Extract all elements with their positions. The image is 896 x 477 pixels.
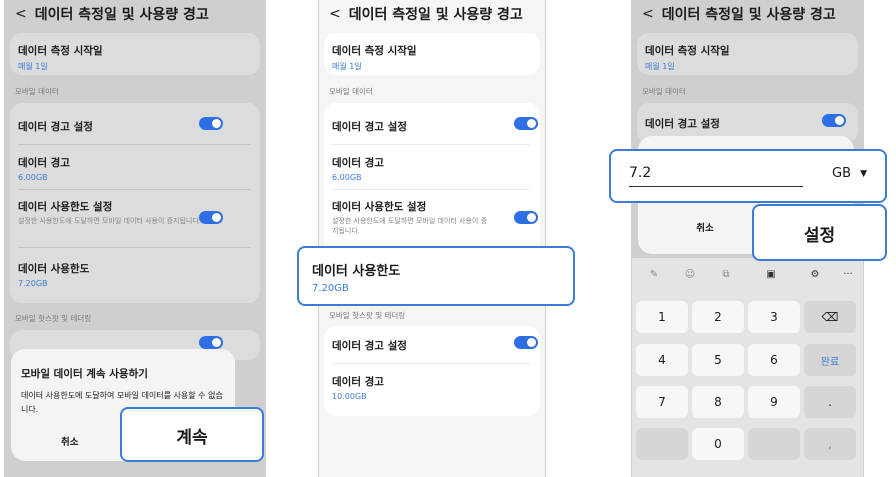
warning-title: 데이터 경고 (18, 157, 70, 169)
key-3[interactable]: 3 (748, 301, 800, 333)
key-9[interactable]: 9 (748, 386, 800, 418)
warning-setting-row[interactable]: 데이터 경고 설정 (645, 116, 848, 131)
back-icon[interactable]: < (642, 6, 654, 22)
key-5[interactable]: 5 (692, 344, 744, 376)
limit-row-callout[interactable]: 데이터 사용한도 7.20GB (297, 246, 575, 306)
hotspot-warning-toggle[interactable] (514, 336, 538, 349)
more-icon[interactable]: ··· (840, 266, 856, 282)
mobile-data-section: 모바일 데이터 (15, 87, 59, 96)
key-8[interactable]: 8 (692, 386, 744, 418)
backspace-key[interactable]: ⌫ (804, 301, 856, 333)
hotspot-card: 데이터 경고 설정 데이터 경고 10.00GB (324, 326, 540, 416)
empty-key-left (636, 428, 688, 460)
clipboard-icon[interactable]: ▣ (763, 266, 779, 282)
warning-setting-row[interactable]: 데이터 경고 설정 (332, 119, 530, 134)
limit-toggle[interactable] (199, 211, 223, 224)
key-7[interactable]: 7 (636, 386, 688, 418)
start-date-card[interactable]: 데이터 측정 시작일 매월 1일 (10, 33, 260, 75)
phone-screen-2: < 데이터 측정일 및 사용량 경고 데이터 측정 시작일 매월 1일 모바일 … (318, 0, 546, 477)
mobile-data-section: 모바일 데이터 (329, 87, 373, 96)
key-4[interactable]: 4 (636, 344, 688, 376)
empty-key-right (748, 428, 800, 460)
limit-input-callout: 7.2 GB ▼ (609, 149, 887, 203)
confirm-button-callout[interactable]: 설정 (752, 204, 887, 261)
dot-key[interactable]: . (804, 386, 856, 418)
warning-toggle[interactable] (514, 117, 538, 130)
start-date-title: 데이터 측정 시작일 (18, 45, 103, 57)
limit-setting-title: 데이터 사용한도 설정 (332, 201, 427, 213)
mobile-data-card: 데이터 경고 설정 데이터 경고 6.00GB 데이터 사용한도 설정 설정한 … (10, 103, 260, 303)
warning-toggle[interactable] (822, 114, 846, 127)
start-date-title: 데이터 측정 시작일 (645, 45, 730, 57)
hotspot-warning-setting-label: 데이터 경고 설정 (332, 340, 407, 352)
confirm-button[interactable]: 설정 (754, 221, 885, 246)
limit-setting-row[interactable]: 데이터 사용한도 설정 설정한 사용한도에 도달하면 모바일 데이터 사용이 중… (18, 199, 210, 226)
continue-button-callout[interactable]: 계속 (120, 407, 264, 462)
warning-row[interactable]: 데이터 경고 6.00GB (332, 155, 530, 182)
page-title: 데이터 측정일 및 사용량 경고 (348, 7, 523, 23)
warning-row[interactable]: 데이터 경고 6.00GB (18, 155, 250, 182)
screen-header: < 데이터 측정일 및 사용량 경고 (632, 0, 863, 28)
warning-setting-label: 데이터 경고 설정 (332, 121, 407, 133)
hotspot-warning-setting-row[interactable]: 데이터 경고 설정 (332, 338, 530, 353)
key-1[interactable]: 1 (636, 301, 688, 333)
start-date-card[interactable]: 데이터 측정 시작일 매월 1일 (324, 33, 540, 75)
phone-screen-1: < 데이터 측정일 및 사용량 경고 데이터 측정 시작일 매월 1일 모바일 … (4, 0, 266, 477)
warning-value: 6.00GB (18, 173, 48, 182)
limit-input-field[interactable]: 7.2 (629, 165, 651, 181)
start-date-value: 매월 1일 (18, 62, 48, 71)
hotspot-section: 모바일 핫스팟 및 테더링 (329, 311, 406, 320)
start-date-value: 매월 1일 (645, 62, 675, 71)
hotspot-section: 모바일 핫스팟 및 테더링 (15, 314, 92, 323)
sticker-icon[interactable]: ⧉ (718, 266, 734, 282)
dialog-cancel-button[interactable]: 취소 (61, 434, 78, 448)
hotspot-warning-value: 10.00GB (332, 392, 367, 401)
input-underline (629, 186, 803, 187)
done-key[interactable]: 완료 (804, 344, 856, 376)
hotspot-toggle[interactable] (199, 336, 223, 349)
settings-icon[interactable]: ⚙ (807, 266, 823, 282)
limit-setting-desc: 설정한 사용한도에 도달하면 모바일 데이터 사용이 중지됩니다. (332, 217, 488, 235)
start-date-value: 매월 1일 (332, 62, 362, 71)
limit-title-enlarged: 데이터 사용한도 (312, 264, 401, 279)
screen-header: < 데이터 측정일 및 사용량 경고 (319, 0, 545, 28)
screen-header: < 데이터 측정일 및 사용량 경고 (5, 0, 265, 28)
hotspot-warning-row[interactable]: 데이터 경고 10.00GB (332, 374, 530, 401)
start-date-card[interactable]: 데이터 측정 시작일 매월 1일 (637, 33, 858, 75)
hotspot-warning-title: 데이터 경고 (332, 376, 384, 388)
limit-toggle[interactable] (514, 211, 538, 224)
back-icon[interactable]: < (15, 6, 27, 22)
limit-setting-row[interactable]: 데이터 사용한도 설정 설정한 사용한도에 도달하면 모바일 데이터 사용이 중… (332, 199, 490, 236)
limit-value: 7.20GB (18, 279, 48, 288)
key-2[interactable]: 2 (692, 301, 744, 333)
limit-title: 데이터 사용한도 (18, 263, 90, 275)
page-title: 데이터 측정일 및 사용량 경고 (661, 7, 836, 23)
pen-icon[interactable]: ✎ (646, 266, 662, 282)
start-date-title: 데이터 측정 시작일 (332, 45, 417, 57)
emoji-icon[interactable]: ☺ (682, 266, 698, 282)
limit-setting-title: 데이터 사용한도 설정 (18, 201, 113, 213)
comma-key[interactable]: , (804, 428, 856, 460)
dialog-title: 모바일 데이터 계속 사용하기 (21, 368, 148, 380)
unit-select[interactable]: GB (832, 166, 851, 181)
back-icon[interactable]: < (329, 6, 341, 22)
limit-setting-desc: 설정한 사용한도에 도달하면 모바일 데이터 사용이 중지됩니다. (18, 217, 202, 225)
warning-toggle[interactable] (199, 117, 223, 130)
key-6[interactable]: 6 (748, 344, 800, 376)
key-0[interactable]: 0 (692, 428, 744, 460)
warning-setting-label: 데이터 경고 설정 (645, 118, 720, 130)
chevron-down-icon[interactable]: ▼ (860, 169, 867, 179)
continue-button[interactable]: 계속 (122, 423, 262, 448)
limit-row[interactable]: 데이터 사용한도 7.20GB (18, 261, 250, 288)
warning-title: 데이터 경고 (332, 157, 384, 169)
mobile-data-card: 데이터 경고 설정 데이터 경고 6.00GB 데이터 사용한도 설정 설정한 … (324, 103, 540, 253)
page-title: 데이터 측정일 및 사용량 경고 (34, 7, 209, 23)
limit-value-enlarged: 7.20GB (312, 283, 349, 294)
mobile-data-section: 모바일 데이터 (642, 87, 686, 96)
warning-value: 6.00GB (332, 173, 362, 182)
